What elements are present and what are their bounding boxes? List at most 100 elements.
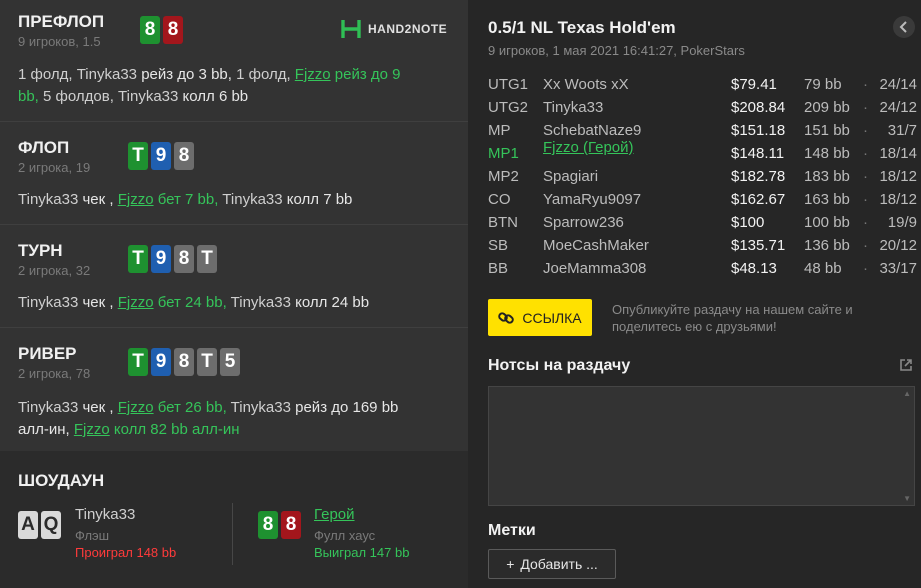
player-stats: 20/12 <box>879 237 917 254</box>
player-row: UTG1 Xx Woots xX $79.41 79 bb · 24/14 <box>488 74 921 97</box>
player-stack-bb: 151 bb <box>804 122 850 139</box>
player-stack-bb: 100 bb <box>804 214 850 231</box>
player-stack-bb: 79 bb <box>804 76 842 93</box>
player-name: Xx Woots xX <box>543 76 629 93</box>
share-link-button[interactable]: ССЫЛКА <box>488 299 592 336</box>
player-row: SB MoeCashMaker $135.71 136 bb · 20/12 <box>488 235 921 258</box>
board-cards: T 9 8 T 5 <box>128 348 240 376</box>
street-title: ТУРН <box>18 241 63 260</box>
hero-link[interactable]: Fjzzo <box>118 399 154 416</box>
players-table: UTG1 Xx Woots xX $79.41 79 bb · 24/14 UTG2 Tin… <box>488 74 921 281</box>
street-title: ФЛОП <box>18 138 70 157</box>
player-name: Tinyka33 <box>543 99 604 116</box>
player-row: BTN Sparrow236 $100 100 bb · 19/9 <box>488 212 921 235</box>
card: 8 <box>258 511 278 539</box>
player-row: UTG2 Tinyka33 $208.84 209 bb · 24/12 <box>488 97 921 120</box>
player-stack-bb: 163 bb <box>804 191 850 208</box>
add-tag-label: Добавить ... <box>520 556 598 572</box>
hero-link[interactable]: Fjzzo <box>118 294 154 311</box>
scroll-up-icon[interactable]: ▲ <box>903 389 911 398</box>
player-stack: $151.18 <box>731 122 786 139</box>
add-tag-button[interactable]: + Добавить ... <box>488 549 616 579</box>
expand-notes-button[interactable] <box>899 358 913 377</box>
player-stack: $162.67 <box>731 191 786 208</box>
scroll-down-icon[interactable]: ▼ <box>903 494 911 503</box>
action-text: рейз до 3 bb, <box>141 66 232 83</box>
board-cards: T 9 8 T <box>128 245 217 273</box>
share-link-label: ССЫЛКА <box>522 309 582 326</box>
hand2note-logo: HAND2NOTE <box>340 18 447 40</box>
card: 8 <box>281 511 301 539</box>
player-stats: 31/7 <box>887 122 917 139</box>
player-row-hero: MP1 Fjzzo (Герой) $148.11 148 bb · 18/14 <box>488 139 921 166</box>
player-position: BB <box>488 260 509 277</box>
hero-link[interactable]: Fjzzo <box>295 66 331 83</box>
separator-dot: · <box>863 191 868 208</box>
hero-link[interactable]: Fjzzo <box>74 421 110 438</box>
player-name: Sparrow236 <box>543 214 624 231</box>
hero-action: колл 82 bb алл-ин <box>109 421 240 438</box>
player-stats: 18/14 <box>879 145 917 162</box>
player-stack: $100 <box>731 214 765 231</box>
hero-action: бет 26 bb, <box>153 399 227 416</box>
player-name: YamaRyu9097 <box>543 191 642 208</box>
card: 8 <box>174 348 194 376</box>
player-stack: $208.84 <box>731 99 786 116</box>
card: T <box>128 142 148 170</box>
action-text: 1 фолд, <box>231 66 295 83</box>
showdown-title: ШОУДАУН <box>18 471 105 490</box>
player-stats: 19/9 <box>887 214 917 231</box>
action-text: чек , <box>82 399 114 416</box>
card: Q <box>41 511 61 539</box>
player-stack-bb: 136 bb <box>804 237 850 254</box>
hand-subtitle: 9 игроков, 1 мая 2021 16:41:27, PokerSta… <box>488 43 745 58</box>
street-sub: 2 игрока, 78 <box>18 366 91 381</box>
action-text: Tinyka33 <box>18 399 83 416</box>
hand-history-panel: ПРЕФЛОП 9 игроков, 1.5 8 8 HAND2NOTE 1 ф… <box>0 0 468 588</box>
villain-result: Проиграл 148 bb <box>75 545 177 560</box>
tags-title: Метки <box>488 522 536 539</box>
street-actions: Tinyka33 чек , Fjzzo бет 7 bb, Tinyka33 … <box>18 189 352 211</box>
card: A <box>18 511 38 539</box>
player-position: SB <box>488 237 509 254</box>
player-stack: $148.11 <box>731 145 785 162</box>
street-actions: 1 фолд, Tinyka33 рейз до 3 bb, 1 фолд, F… <box>18 64 448 108</box>
hero-action: бет 24 bb, <box>153 294 227 311</box>
showdown-section: ШОУДАУН A Q Tinyka33 Флэш Проиграл 148 b… <box>0 451 468 588</box>
player-name: JoeMamma308 <box>543 260 647 277</box>
player-row: MP2 Spagiari $182.78 183 bb · 18/12 <box>488 166 921 189</box>
board-cards: T 9 8 <box>128 142 194 170</box>
street-actions: Tinyka33 чек , Fjzzo бет 26 bb, Tinyka33… <box>18 397 398 441</box>
player-stats: 18/12 <box>879 168 917 185</box>
card: T <box>197 245 217 273</box>
external-link-icon <box>900 359 912 371</box>
card: T <box>128 245 148 273</box>
hero-hand: Фулл хаус <box>314 528 376 543</box>
player-stats: 24/14 <box>879 76 917 93</box>
action-text: чек , <box>82 191 114 208</box>
card: T <box>128 348 148 376</box>
hand-title: 0.5/1 NL Texas Hold'em <box>488 18 676 37</box>
player-name[interactable]: Fjzzo (Герой) <box>543 139 634 156</box>
player-stack-bb: 48 bb <box>804 260 842 277</box>
street-turn: ТУРН 2 игрока, 32 T 9 8 T Tinyka33 чек ,… <box>0 225 468 328</box>
hero-name-link[interactable]: Герой <box>314 506 355 523</box>
card: T <box>197 348 217 376</box>
action-text: алл-ин, <box>18 421 70 438</box>
street-sub: 2 игрока, 19 <box>18 160 91 175</box>
card: 8 <box>163 16 183 44</box>
hero-action: рейз до 9 <box>330 66 401 83</box>
player-stats: 18/12 <box>879 191 917 208</box>
player-position: CO <box>488 191 511 208</box>
separator-dot: · <box>863 122 868 139</box>
notes-textarea[interactable]: ▲ ▼ <box>488 386 915 506</box>
action-text: колл 6 bb <box>182 88 249 105</box>
logo-text: HAND2NOTE <box>368 22 448 36</box>
hand2note-logo-icon <box>341 20 361 38</box>
back-button[interactable] <box>893 16 915 38</box>
hero-link[interactable]: Fjzzo <box>118 191 154 208</box>
hero-action: бет 7 bb, <box>153 191 219 208</box>
player-stack: $182.78 <box>731 168 786 185</box>
action-text: 1 фолд, Tinyka33 <box>18 66 142 83</box>
action-text: Tinyka33 <box>226 294 296 311</box>
